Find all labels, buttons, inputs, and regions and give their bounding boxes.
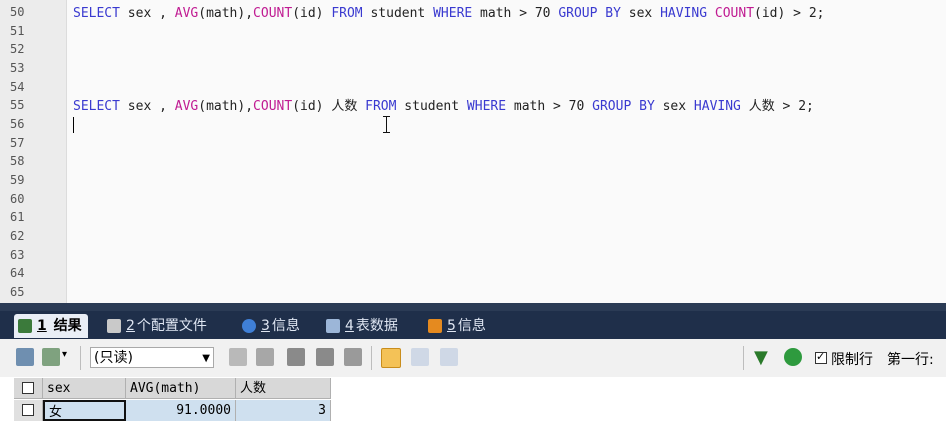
function-name: AVG: [174, 6, 199, 21]
line-number: 55: [10, 98, 25, 112]
insert-row-icon[interactable]: [229, 348, 247, 366]
line-number: 54: [10, 80, 25, 94]
code-text: (math),: [198, 6, 254, 21]
cell-count[interactable]: 3: [236, 400, 331, 421]
line-number: 65: [10, 285, 25, 299]
line-number: 52: [10, 42, 25, 56]
table-data-icon: [326, 319, 340, 333]
profile-icon: [107, 319, 121, 333]
result-toolbar: ▾ (只读) ▼ ▼ ✓ 限制行 第一行:: [0, 339, 946, 378]
line-number: 62: [10, 229, 25, 243]
code-text: 人数 > 2;: [740, 99, 814, 114]
pane-splitter[interactable]: [0, 303, 946, 311]
export-icon[interactable]: [16, 348, 34, 366]
keyword: WHERE: [433, 6, 473, 21]
keyword: SELECT: [73, 99, 120, 114]
code-text: math > 70: [506, 99, 593, 114]
line-number: 58: [10, 154, 25, 168]
text-caret: [73, 117, 74, 133]
first-row-label: 第一行:: [887, 352, 934, 368]
code-text: sex ,: [119, 6, 175, 21]
code-text: math > 70: [472, 6, 559, 21]
keyword: HAVING: [693, 99, 741, 114]
select-all-checkbox[interactable]: [22, 382, 34, 394]
line-number: 60: [10, 192, 25, 206]
tab-info[interactable]: 5 信息: [424, 314, 492, 338]
function-name: COUNT: [714, 6, 755, 21]
line-number: 53: [10, 61, 25, 75]
line-number: 56: [10, 117, 25, 131]
refresh-icon[interactable]: [784, 348, 802, 366]
duplicate-row-icon[interactable]: [256, 348, 274, 366]
code-text: sex: [654, 99, 694, 114]
column-header-sex[interactable]: sex: [43, 378, 126, 399]
keyword: WHERE: [466, 99, 507, 114]
tab-table-data[interactable]: 4 表数据: [322, 314, 404, 338]
code-text: (id) > 2;: [754, 6, 825, 21]
function-name: COUNT: [253, 99, 293, 114]
column-header-count[interactable]: 人数: [236, 378, 331, 399]
limit-rows-checkbox[interactable]: ✓: [815, 350, 827, 364]
cell-sex[interactable]: 女: [43, 400, 126, 421]
copy-rows-icon[interactable]: [42, 348, 60, 366]
code-text: sex ,: [119, 99, 175, 114]
result-grid: sex AVG(math) 人数 女 91.0000 3: [0, 377, 946, 436]
toolbar-divider: [743, 346, 744, 370]
row-checkbox[interactable]: [22, 404, 34, 416]
line-number: 50: [10, 5, 25, 19]
tab-messages[interactable]: 3 信息: [238, 314, 306, 338]
result-mode-select[interactable]: (只读) ▼: [90, 347, 214, 368]
ibeam-cursor-icon: [383, 116, 391, 133]
keyword: GROUP BY: [558, 6, 621, 21]
text-view-icon[interactable]: [440, 348, 458, 366]
code-line-55[interactable]: SELECT sex , AVG(math),COUNT(id) 人数 FROM…: [73, 98, 814, 117]
keyword: SELECT: [73, 6, 120, 21]
tab-profiles[interactable]: 2 个配置文件: [103, 314, 213, 338]
keyword: FROM: [365, 99, 397, 114]
code-text: (math),: [198, 99, 254, 114]
info-alt-icon: [428, 319, 442, 333]
sql-editor[interactable]: 50 51 52 53 54 55 56 57 58 59 60 61 62 6…: [0, 0, 946, 303]
toolbar-divider: [80, 346, 81, 370]
info-icon: [242, 319, 256, 333]
function-name: COUNT: [253, 6, 293, 21]
line-number: 57: [10, 136, 25, 150]
grid-view-icon[interactable]: [381, 348, 401, 368]
code-text: student: [362, 6, 434, 21]
code-text: sex: [620, 6, 661, 21]
chevron-down-icon[interactable]: ▾: [62, 349, 67, 360]
cell-avg-math[interactable]: 91.0000: [126, 400, 236, 421]
row-selector[interactable]: [14, 400, 43, 421]
line-number: 59: [10, 173, 25, 187]
save-icon[interactable]: [287, 348, 305, 366]
code-text: student: [396, 99, 467, 114]
chevron-down-icon: ▼: [202, 353, 210, 364]
cancel-changes-icon[interactable]: [344, 348, 362, 366]
tab-results[interactable]: 1 结果: [14, 314, 88, 338]
select-all-header[interactable]: [14, 378, 43, 399]
keyword: FROM: [331, 6, 363, 21]
line-number: 51: [10, 24, 25, 38]
limit-rows-label: 限制行: [831, 352, 873, 368]
code-line-50[interactable]: SELECT sex , AVG(math),COUNT(id) FROM st…: [73, 5, 824, 24]
line-number-gutter: 50 51 52 53 54 55 56 57 58 59 60 61 62 6…: [0, 0, 67, 303]
delete-icon[interactable]: [316, 348, 334, 366]
result-tab-bar: 1 结果 2 个配置文件 3 信息 4 表数据 5 信息: [0, 311, 946, 339]
keyword: HAVING: [660, 6, 708, 21]
code-text: (id) 人数: [292, 99, 366, 114]
form-view-icon[interactable]: [411, 348, 429, 366]
line-number: 64: [10, 266, 25, 280]
toolbar-divider: [371, 346, 372, 370]
code-text: (id): [292, 6, 332, 21]
column-header-avg-math[interactable]: AVG(math): [126, 378, 236, 399]
filter-icon[interactable]: ▼: [754, 347, 768, 368]
line-number: 61: [10, 210, 25, 224]
keyword: GROUP BY: [592, 99, 655, 114]
table-result-icon: [18, 319, 32, 333]
function-name: AVG: [174, 99, 199, 114]
line-number: 63: [10, 248, 25, 262]
